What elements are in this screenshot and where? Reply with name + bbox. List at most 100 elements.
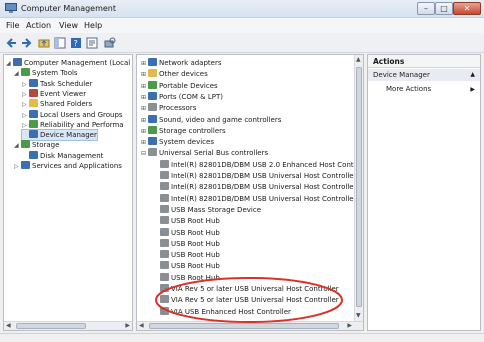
tree-item[interactable]: USB Root Hub <box>153 227 220 238</box>
expand-toggle-icon[interactable]: ⊞ <box>141 82 148 92</box>
usb-device-icon <box>160 227 169 236</box>
show-hide-tree-icon[interactable] <box>54 37 66 49</box>
maximize-button[interactable]: □ <box>435 2 453 15</box>
expand-toggle-icon[interactable]: ⊞ <box>141 93 148 103</box>
console-tree-pane: ◢ Computer Management (Local ◢ System Tools… <box>3 54 133 331</box>
tree-item[interactable]: ⊞ Sound, video and game controllers <box>141 114 282 126</box>
processor-icon <box>148 103 157 112</box>
scroll-left-icon[interactable]: ◀ <box>139 322 144 330</box>
tree-item[interactable]: ◢ Storage <box>14 140 59 150</box>
tree-item[interactable]: Device Manager <box>21 129 98 142</box>
expand-toggle-icon[interactable]: ◢ <box>6 59 13 69</box>
tree-item-label: USB Mass Storage Device <box>171 205 261 214</box>
tree-item-label: Device Manager <box>40 131 97 140</box>
tree-item[interactable]: ▷ Reliability and Performa <box>22 119 124 130</box>
tree-item[interactable]: Intel(R) 82801DB/DBM USB Universal Host … <box>153 182 363 192</box>
disk-icon <box>29 150 38 159</box>
tree-item[interactable]: ⊞ Network adapters <box>141 58 222 68</box>
storage-icon <box>21 140 30 149</box>
tree-item[interactable]: USB Root Hub <box>153 261 220 271</box>
menu-file[interactable]: File <box>6 21 19 30</box>
tree-item[interactable]: ▷ Task Scheduler <box>22 78 93 89</box>
tree-item[interactable]: ⊞ Portable Devices <box>141 80 218 92</box>
scroll-right-icon[interactable]: ▶ <box>347 322 352 330</box>
up-folder-icon[interactable] <box>38 37 50 49</box>
tree-item-label: Computer Management (Local <box>24 59 131 67</box>
back-icon[interactable] <box>6 37 18 49</box>
tree-item-label: Local Users and Groups <box>40 110 123 119</box>
actions-section-device-manager[interactable]: Device Manager ▲ <box>368 69 480 81</box>
tree-item-label: Other devices <box>159 70 208 79</box>
tree-item[interactable]: Disk Management <box>22 150 104 161</box>
tree-item[interactable]: Intel(R) 82801DB/DBM USB Universal Host … <box>153 171 363 181</box>
tree-item-label: Disk Management <box>40 151 104 160</box>
tree-item[interactable]: USB Root Hub <box>153 250 220 260</box>
tree-item[interactable]: ⊞ Ports (COM & LPT) <box>141 91 223 103</box>
tree-item-label: Sound, video and game controllers <box>159 115 282 124</box>
more-actions-item[interactable]: More Actions <box>386 85 431 93</box>
tree-item-label: Storage controllers <box>159 126 226 135</box>
tree-item-label: Task Scheduler <box>40 79 93 88</box>
minimize-button[interactable]: – <box>417 2 435 15</box>
expand-toggle-icon[interactable]: ⊞ <box>141 70 148 80</box>
usb-device-icon <box>160 204 169 213</box>
collapse-icon[interactable]: ▲ <box>470 71 475 78</box>
ports-icon <box>148 91 157 100</box>
expand-toggle-icon[interactable]: ⊞ <box>141 138 148 148</box>
tree-item-label: USB Root Hub <box>171 251 220 260</box>
tree-item-label: Ports (COM & LPT) <box>159 92 223 101</box>
services-icon <box>21 161 30 169</box>
tree-item[interactable]: ▷ Services and Applications <box>14 161 122 171</box>
title-bar: Computer Management – □ ✕ <box>0 0 484 18</box>
help-icon[interactable]: ? <box>70 37 82 49</box>
center-vertical-scrollbar[interactable]: ▲ ▼ <box>354 55 363 330</box>
scan-hardware-icon[interactable] <box>104 37 116 49</box>
scroll-left-icon[interactable]: ◀ <box>6 322 11 330</box>
submenu-arrow-icon: ▶ <box>470 86 475 93</box>
expand-toggle-icon[interactable]: ▷ <box>14 162 21 172</box>
expand-toggle-icon[interactable]: ◢ <box>14 69 21 79</box>
tree-item[interactable]: ▷ Local Users and Groups <box>22 109 123 120</box>
menu-view[interactable]: View <box>59 21 78 30</box>
expand-toggle-icon[interactable]: ⊞ <box>141 59 148 69</box>
expand-toggle-icon[interactable]: ◢ <box>14 141 21 151</box>
expand-toggle-icon[interactable]: ⊞ <box>141 104 148 114</box>
tree-item-label: Reliability and Performa <box>40 120 124 129</box>
tree-item[interactable]: ▷ Shared Folders <box>22 99 92 109</box>
event-icon <box>29 88 38 97</box>
scroll-up-icon[interactable]: ▲ <box>356 56 361 64</box>
close-button[interactable]: ✕ <box>453 2 481 15</box>
tree-item[interactable]: ⊞ System devices <box>141 137 214 147</box>
tree-item-label: Portable Devices <box>159 81 218 90</box>
menu-help[interactable]: Help <box>84 21 102 30</box>
tree-item[interactable]: ⊞ Storage controllers <box>141 125 226 137</box>
tree-item[interactable]: ⊞ Other devices <box>141 69 208 79</box>
tree-item[interactable]: USB Mass Storage Device <box>153 204 261 215</box>
tree-item[interactable]: ◢ System Tools <box>14 68 78 78</box>
properties-icon[interactable] <box>86 37 98 49</box>
tree-item-label: Universal Serial Bus controllers <box>159 149 269 158</box>
tree-item[interactable]: Intel(R) 82801DB/DBM USB 2.0 Enhanced Ho… <box>153 159 363 170</box>
scroll-right-icon[interactable]: ▶ <box>125 322 130 330</box>
left-scroll-thumb[interactable] <box>16 323 86 329</box>
tree-item[interactable]: ⊞ Processors <box>141 103 196 113</box>
expand-toggle-icon[interactable]: ⊟ <box>141 149 148 159</box>
tree-item-label: Intel(R) 82801DB/DBM USB Universal Host … <box>171 194 364 203</box>
tree-item-label: Network adapters <box>159 59 222 67</box>
expand-toggle-icon[interactable]: ⊞ <box>141 127 148 137</box>
tree-item[interactable]: ⊟ Universal Serial Bus controllers <box>141 148 268 158</box>
left-horizontal-scrollbar[interactable]: ◀ ▶ <box>4 321 132 330</box>
scroll-down-icon[interactable]: ▼ <box>356 312 361 320</box>
tree-item[interactable]: USB Root Hub <box>153 238 220 249</box>
forward-icon[interactable] <box>20 37 32 49</box>
tree-item[interactable]: ◢ Computer Management (Local <box>6 58 130 68</box>
tree-item[interactable]: ▷ Event Viewer <box>22 88 86 99</box>
tree-item-label: USB Root Hub <box>171 217 220 226</box>
tree-item[interactable]: Intel(R) 82801DB/DBM USB Universal Host … <box>153 193 364 204</box>
menu-action[interactable]: Action <box>26 21 51 30</box>
tree-item[interactable]: USB Root Hub <box>153 216 220 226</box>
tools-icon <box>21 68 30 77</box>
center-scroll-thumb[interactable] <box>356 67 362 307</box>
usb-icon <box>148 148 157 157</box>
expand-toggle-icon[interactable]: ⊞ <box>141 116 148 126</box>
